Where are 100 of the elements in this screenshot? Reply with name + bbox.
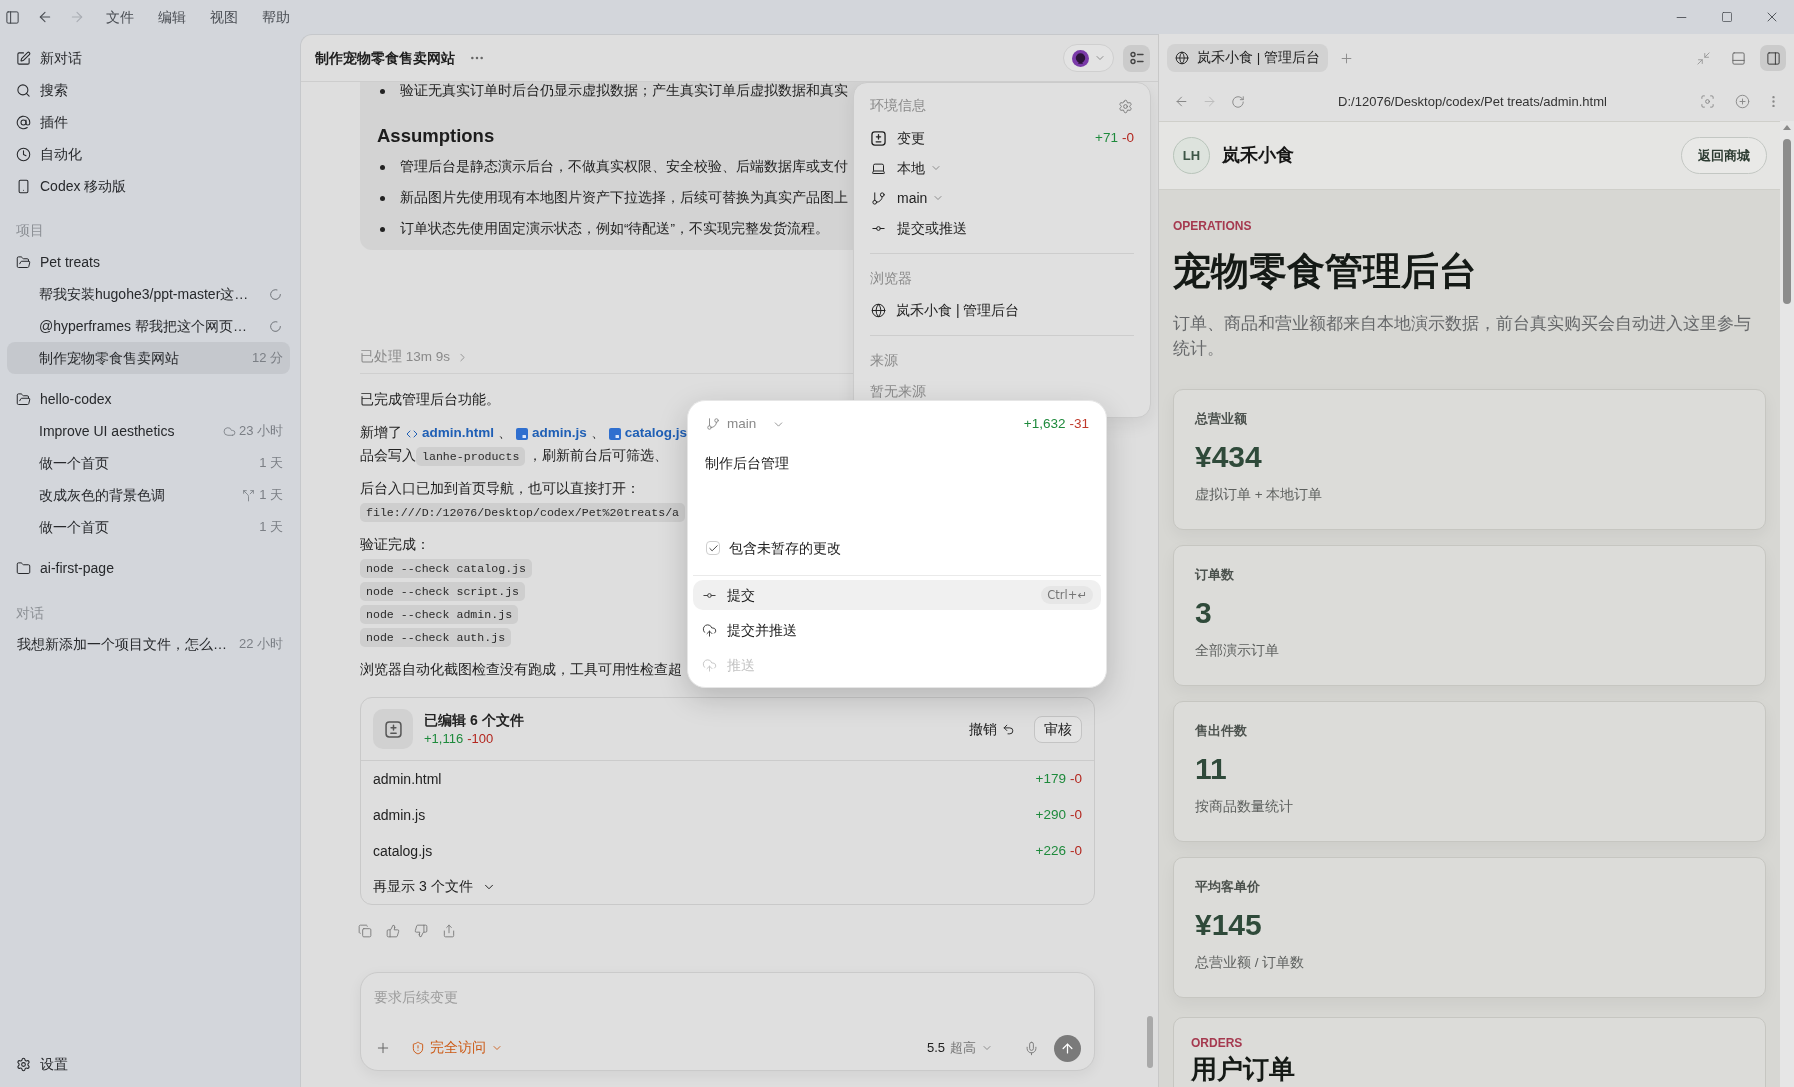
page-heading: 宠物零食管理后台 [1173, 249, 1477, 294]
settings-item[interactable]: 设置 [7, 1048, 290, 1080]
scrollbar-thumb[interactable] [1783, 139, 1791, 304]
thread-item[interactable]: 制作宠物零食售卖网站 12 分 [7, 342, 290, 374]
back-arrow-icon[interactable] [37, 9, 53, 25]
commit-menu-item[interactable]: 提交 Ctrl+↵ [693, 580, 1101, 610]
logo-icon [1071, 49, 1089, 67]
thumbs-up-icon[interactable] [386, 924, 400, 938]
sidebar-nav-item[interactable]: 插件 [7, 106, 290, 138]
menu-item[interactable]: 帮助 [262, 7, 290, 27]
project-folder[interactable]: ai-first-page [7, 552, 290, 584]
side-panel-icon [1765, 50, 1781, 66]
file-link[interactable]: admin.html [406, 423, 494, 444]
environment-panel-button[interactable] [1123, 44, 1150, 72]
focus-frame-icon[interactable] [1700, 94, 1715, 109]
thread-item[interactable]: 做一个首页 1 天 [7, 447, 290, 479]
maximize-icon[interactable] [1720, 11, 1733, 23]
scroll-up-arrow-icon[interactable] [1783, 125, 1791, 130]
copy-icon[interactable] [358, 924, 372, 938]
branch-dropdown[interactable]: main [705, 413, 786, 435]
removed-count: -100 [467, 730, 494, 748]
address-field[interactable]: D:/12076/Desktop/codex/Pet treats/admin.html [1338, 91, 1607, 112]
model-dropdown[interactable]: 5.5 超高 [926, 1038, 993, 1058]
sidebar-nav-item[interactable]: 自动化 [7, 138, 290, 170]
toolbar-toggle-button[interactable] [1760, 45, 1786, 71]
diff-icon [373, 709, 413, 749]
thread-item[interactable]: 改成灰色的背景色调 1 天 [7, 479, 290, 511]
plan-text: 新品图片先使用现有本地图片资产下拉选择，后续可替换为真实产品图上 [400, 188, 848, 207]
stat-label: 平均客单价 [1195, 878, 1260, 896]
stat-note: 虚拟订单 + 本地订单 [1195, 486, 1323, 504]
microphone-icon[interactable] [1024, 1040, 1039, 1056]
stat-value: 11 [1195, 751, 1227, 787]
project-folder[interactable]: hello-codex [7, 383, 290, 415]
thread-item[interactable]: 帮我安装hugohe3/ppt-master这… [7, 278, 290, 310]
plus-icon[interactable] [375, 1040, 391, 1056]
commit-menu-item[interactable]: 提交并推送 [693, 615, 1101, 645]
model-picker-button[interactable] [1063, 44, 1114, 72]
removed-count: -0 [1070, 841, 1082, 860]
file-link[interactable]: admin.js [516, 423, 587, 444]
file-row[interactable]: catalog.js +226 -0 [361, 833, 1094, 869]
brand-logo: LH [1173, 137, 1210, 174]
page-description: 订单、商品和营业额都来自本地演示数据，前台真实购买会自动进入这里参与统计。 [1173, 313, 1752, 359]
message-text: 已完成管理后台功能。 [360, 391, 500, 410]
checkbox-label: 包含未暂存的更改 [729, 538, 841, 558]
scrollbar-thumb [1147, 1016, 1153, 1068]
menu-item[interactable]: 编辑 [158, 7, 186, 27]
thread-item[interactable]: 做一个首页 1 天 [7, 511, 290, 543]
loading-spinner-icon [269, 287, 282, 301]
added-count: +1,116 [424, 730, 464, 748]
environment-item[interactable]: 本地 [870, 153, 1134, 183]
thread-time: 1 天 [259, 486, 283, 505]
send-button[interactable] [1054, 1034, 1081, 1062]
bullet-icon [380, 164, 385, 170]
browser-tab[interactable]: 岚禾小食 | 管理后台 [1167, 44, 1328, 72]
file-link[interactable]: catalog.js [608, 423, 688, 444]
sidebar-toggle-icon[interactable] [5, 9, 20, 25]
thread-item[interactable]: @hyperframes 帮我把这个网页… [7, 310, 290, 342]
environment-item[interactable]: 变更 +71 -0 [870, 123, 1134, 153]
laptop-icon [871, 160, 886, 176]
removed-count: -0 [1070, 769, 1082, 788]
search-icon [16, 82, 31, 98]
file-row[interactable]: admin.js +290 -0 [361, 797, 1094, 833]
sidebar-nav-item[interactable]: Codex 移动版 [7, 170, 290, 202]
project-folder[interactable]: Pet treats [7, 246, 290, 278]
thread-item[interactable]: Improve UI aesthetics 23 小时 [7, 415, 290, 447]
thumbs-down-icon[interactable] [414, 924, 428, 938]
thread-time: 1 天 [259, 518, 283, 537]
bullet-icon [380, 88, 385, 94]
show-more-files-button[interactable]: 再显示 3 个文件 [361, 869, 508, 904]
chat-item[interactable]: 我想新添加一个项目文件，怎么… 22 小时 [7, 628, 290, 660]
file-type-icon [608, 427, 621, 440]
checkbox[interactable] [706, 541, 720, 555]
review-button[interactable]: 审核 [1034, 715, 1082, 743]
changes-title: 已编辑 6 个文件 [424, 711, 524, 730]
back-to-store-button[interactable]: 返回商城 [1681, 137, 1767, 174]
settings-icon[interactable] [1118, 98, 1133, 114]
reload-icon[interactable] [1231, 94, 1245, 109]
environment-item[interactable]: 提交或推送 [870, 213, 1134, 243]
undo-button[interactable]: 撤销 [969, 718, 1015, 740]
browser-page-item[interactable]: 岚禾小食 | 管理后台 [870, 295, 1134, 325]
removed-count: -0 [1070, 805, 1082, 824]
globe-icon [1175, 51, 1189, 65]
added-count: +71 [1095, 128, 1118, 147]
cloud-icon [222, 424, 236, 438]
thread-time: 23 小时 [238, 422, 283, 441]
environment-item[interactable]: main [870, 183, 1134, 213]
sidebar-nav-item[interactable]: 新对话 [7, 42, 290, 74]
menu-item[interactable]: 视图 [210, 7, 238, 27]
commit-message-field[interactable]: 制作后台管理 [705, 453, 1089, 527]
conversation-title: 制作宠物零食售卖网站 [315, 48, 455, 68]
new-tab-icon[interactable] [1339, 50, 1354, 66]
message-text: 后台入口已加到首页导航，也可以直接打开： [360, 480, 640, 499]
message-input[interactable]: 要求后续变更 [374, 986, 1081, 1008]
menu-item[interactable]: 文件 [106, 7, 134, 27]
plan-text: 验证无真实订单时后台仍显示虚拟数据；产生真实订单后虚拟数据和真实 [400, 82, 848, 100]
sidebar-nav-item[interactable]: 搜索 [7, 74, 290, 106]
circle-plus-icon[interactable] [1735, 94, 1750, 109]
file-row[interactable]: admin.html +179 -0 [361, 761, 1094, 797]
share-icon[interactable] [442, 924, 456, 938]
section-heading: 用户订单 [1191, 1055, 1295, 1083]
